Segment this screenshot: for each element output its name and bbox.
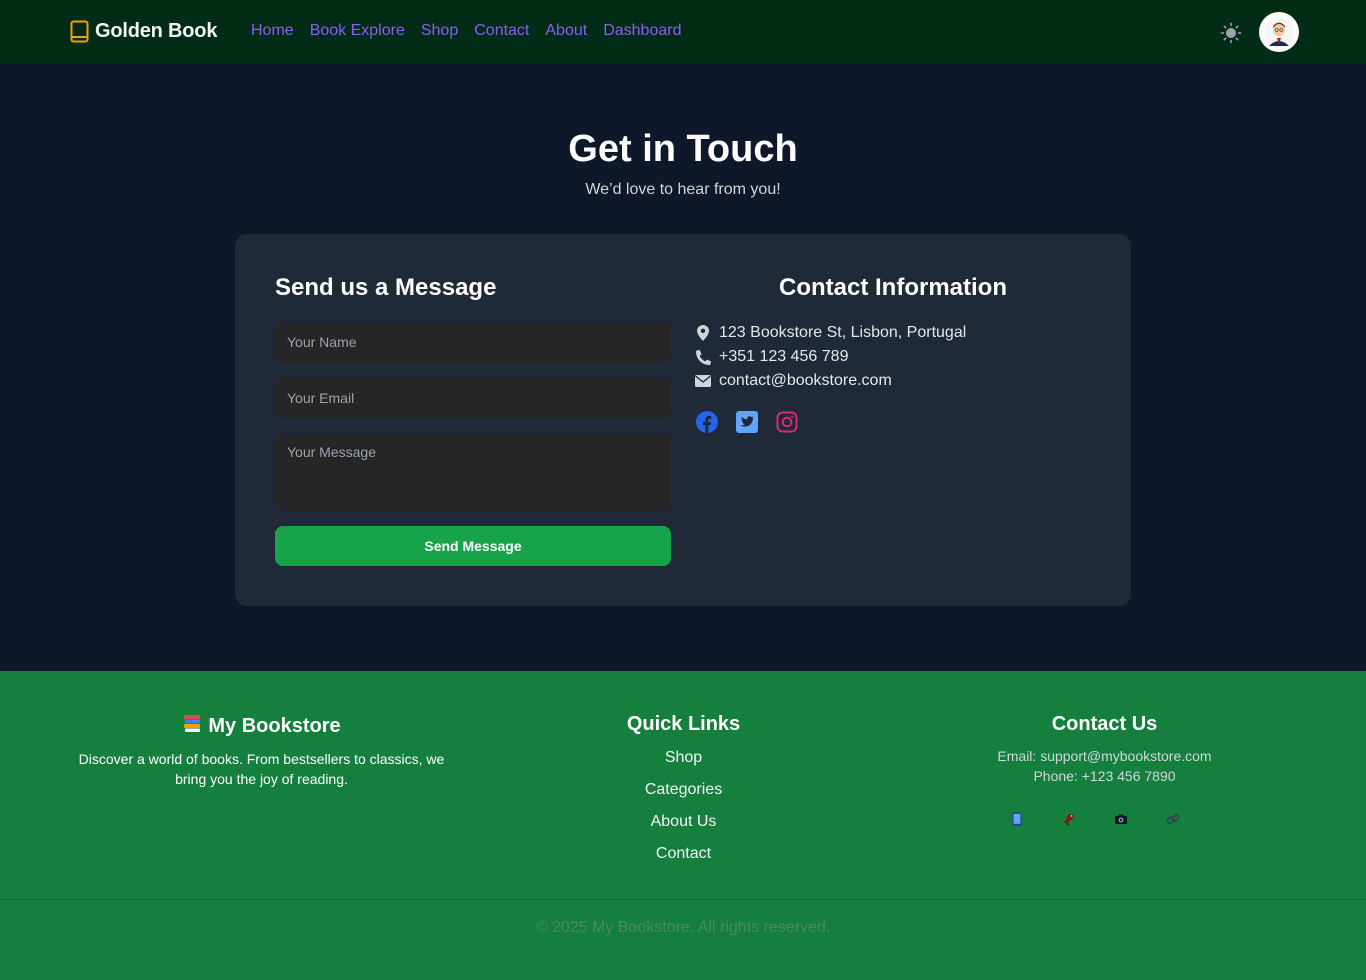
instagram-icon[interactable] [775,410,799,434]
footer-divider [0,899,1366,900]
footer-description: Discover a world of books. From bestsell… [78,751,445,787]
form-title: Send us a Message [275,274,497,301]
link-icon[interactable] [1166,812,1180,826]
nav-link-shop[interactable]: Shop [421,22,458,40]
footer-quick-links: Quick Links Shop Categories About Us Con… [492,713,875,864]
user-avatar-icon [1264,17,1294,47]
avatar[interactable] [1259,12,1299,52]
sun-icon[interactable] [1220,22,1242,44]
social-links [695,410,799,434]
footer-contact-email: Email: support@mybookstore.com [997,748,1212,764]
tablet-icon[interactable] [1010,812,1024,826]
copyright-text: © 2025 My Bookstore. All rights reserved… [535,919,831,936]
footer-contact: Contact Us Email: support@mybookstore.co… [913,713,1296,826]
footer-contact-phone: Phone: +123 456 7890 [1033,768,1176,784]
nav-link-about[interactable]: About [545,22,587,40]
contact-info-title: Contact Information [779,274,1007,301]
name-input[interactable] [275,322,671,362]
phone-icon [695,349,711,365]
email-input[interactable] [275,378,671,418]
bird-icon[interactable] [1062,812,1076,826]
brand-logo[interactable]: Golden Book [70,20,217,43]
facebook-icon[interactable] [695,410,719,434]
contact-address-text: 123 Bookstore St, Lisbon, Portugal [719,324,967,341]
nav-link-dashboard[interactable]: Dashboard [603,22,681,40]
contact-phone: +351 123 456 789 [695,348,848,366]
message-textarea[interactable] [275,434,671,510]
books-icon [182,713,202,739]
nav-links: Home Book Explore Shop Contact About Das… [251,22,681,40]
book-icon [70,20,89,43]
footer-brand: My Bookstore [70,713,453,739]
send-message-button[interactable]: Send Message [275,526,671,566]
page-subtitle: We’d love to hear from you! [585,181,781,198]
nav-link-contact[interactable]: Contact [474,22,529,40]
footer-link-categories[interactable]: Categories [492,780,875,800]
brand-name: Golden Book [95,20,218,42]
map-pin-icon [695,325,711,341]
footer-contact-details: Email: support@mybookstore.com Phone: +1… [913,746,1296,786]
contact-address: 123 Bookstore St, Lisbon, Portugal [695,324,966,342]
footer-social-icons [913,812,1296,826]
contact-phone-text: +351 123 456 789 [719,348,849,365]
footer-link-contact[interactable]: Contact [492,844,875,864]
footer-brand-title: My Bookstore [208,714,341,737]
contact-card: Send us a Message Send Message Contact I… [235,234,1131,606]
page-title: Get in Touch [568,128,798,170]
camera-icon[interactable] [1114,812,1128,826]
footer-contact-title: Contact Us [1051,713,1158,735]
envelope-icon [695,373,711,389]
footer: My Bookstore Discover a world of books. … [0,671,1366,980]
footer-link-shop[interactable]: Shop [492,748,875,768]
nav-link-book-explore[interactable]: Book Explore [310,22,405,40]
quick-links-title: Quick Links [626,713,741,735]
footer-link-about-us[interactable]: About Us [492,812,875,832]
contact-email-text[interactable]: contact@bookstore.com [719,372,892,390]
nav-link-home[interactable]: Home [251,22,294,40]
quick-links-list: Shop Categories About Us Contact [492,748,875,864]
footer-about: My Bookstore Discover a world of books. … [70,713,453,789]
twitter-icon[interactable] [735,410,759,434]
navbar: Golden Book Home Book Explore Shop Conta… [0,0,1366,64]
contact-email: contact@bookstore.com [695,372,892,390]
